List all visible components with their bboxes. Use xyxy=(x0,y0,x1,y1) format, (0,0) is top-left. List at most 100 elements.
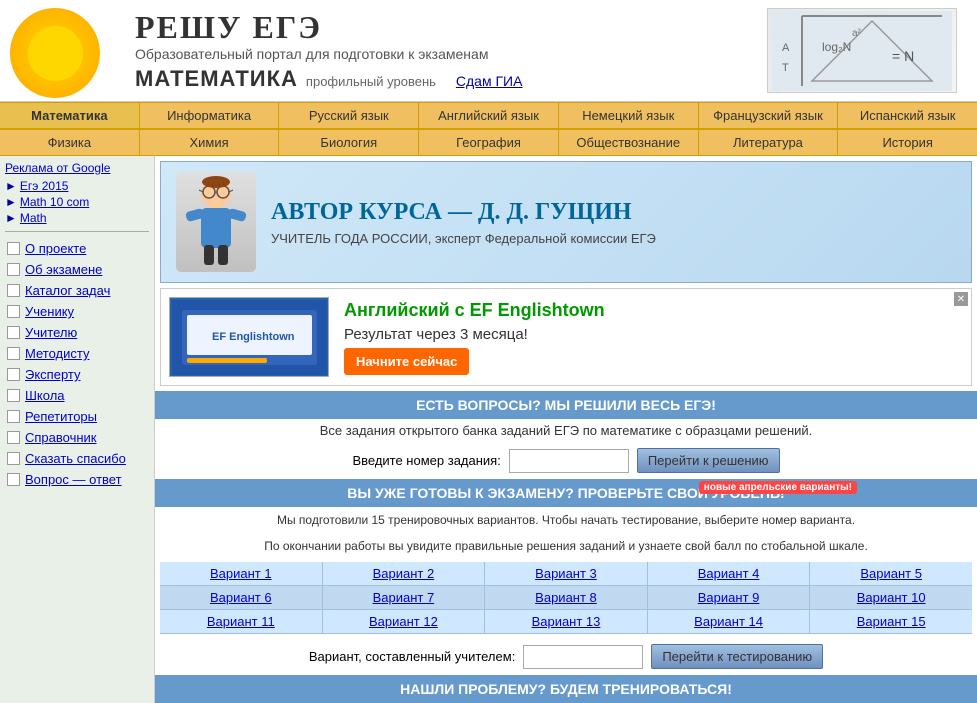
checkbox-spasibo[interactable] xyxy=(7,452,20,465)
sidebar-link-vopros[interactable]: Вопрос — ответ xyxy=(25,472,122,487)
variant-13-link[interactable]: Вариант 13 xyxy=(532,614,601,629)
sidebar-item-ucheniku[interactable]: Ученику xyxy=(5,301,149,322)
ef-close-button[interactable]: ✕ xyxy=(954,292,968,306)
sidebar-link-ob-ekzamene[interactable]: Об экзамене xyxy=(25,262,102,277)
variant-8-link[interactable]: Вариант 8 xyxy=(535,590,597,605)
sidebar-item-spasibo[interactable]: Сказать спасибо xyxy=(5,448,149,469)
checkbox-vopros[interactable] xyxy=(7,473,20,486)
teacher-variant-input[interactable] xyxy=(523,645,643,669)
checkbox-ucheniku[interactable] xyxy=(7,305,20,318)
nav-biologiya[interactable]: Биология xyxy=(279,130,419,155)
ef-start-button[interactable]: Начните сейчас xyxy=(344,348,469,375)
sidebar-item-spravochnik[interactable]: Справочник xyxy=(5,427,149,448)
variant-cell-3: Вариант 3 xyxy=(485,562,648,585)
nav-geografiya[interactable]: География xyxy=(419,130,559,155)
teacher-variant-button[interactable]: Перейти к тестированию xyxy=(651,644,823,669)
variant-11-link[interactable]: Вариант 11 xyxy=(207,614,275,629)
nav-fizika[interactable]: Физика xyxy=(0,130,140,155)
variant-4-link[interactable]: Вариант 4 xyxy=(698,566,760,581)
sidebar-link-repetitory[interactable]: Репетиторы xyxy=(25,409,97,424)
sidebar-item-ob-ekzamene[interactable]: Об экзамене xyxy=(5,259,149,280)
variant-cell-13: Вариант 13 xyxy=(485,610,648,633)
nav-informatika[interactable]: Информатика xyxy=(140,103,280,128)
nav-nemetskiy[interactable]: Немецкий язык xyxy=(559,103,699,128)
sidebar-link-metodistu[interactable]: Методисту xyxy=(25,346,89,361)
checkbox-ob-ekzamene[interactable] xyxy=(7,263,20,276)
author-subtitle: УЧИТЕЛЬ ГОДА РОССИИ, эксперт Федеральной… xyxy=(271,231,956,246)
variant-cell-8: Вариант 8 xyxy=(485,586,648,609)
checkbox-ekspertu[interactable] xyxy=(7,368,20,381)
variant-3-link[interactable]: Вариант 3 xyxy=(535,566,597,581)
checkbox-shkola[interactable] xyxy=(7,389,20,402)
sidebar-link-spasibo[interactable]: Сказать спасибо xyxy=(25,451,126,466)
sidebar-ad-ege2015-link[interactable]: Егэ 2015 xyxy=(20,179,69,193)
sidebar-item-katalog[interactable]: Каталог задач xyxy=(5,280,149,301)
author-avatar-svg xyxy=(181,175,251,270)
nav-angliyskiy[interactable]: Английский язык xyxy=(419,103,559,128)
sidebar-link-ekspertu[interactable]: Эксперту xyxy=(25,367,81,382)
sidebar-link-ucheniku[interactable]: Ученику xyxy=(25,304,74,319)
checkbox-repetitory[interactable] xyxy=(7,410,20,423)
sidebar-item-repetitory[interactable]: Репетиторы xyxy=(5,406,149,427)
content: АВТОР КУРСА — Д. Д. ГУЩИН УЧИТЕЛЬ ГОДА Р… xyxy=(155,156,977,703)
nav-obshchestvoznanie[interactable]: Обществознание xyxy=(559,130,699,155)
sidebar-ad-ege2015[interactable]: ► Егэ 2015 xyxy=(5,179,149,193)
sidebar-item-metodistu[interactable]: Методисту xyxy=(5,343,149,364)
sidebar-item-o-proekte[interactable]: О проекте xyxy=(5,238,149,259)
sidebar-item-uchitelyu[interactable]: Учителю xyxy=(5,322,149,343)
sidebar-link-uchitelyu[interactable]: Учителю xyxy=(25,325,77,340)
variant-cell-1: Вариант 1 xyxy=(160,562,323,585)
ads-label[interactable]: Реклама от Google xyxy=(5,161,149,175)
variant-cell-14: Вариант 14 xyxy=(648,610,811,633)
sidebar-item-vopros[interactable]: Вопрос — ответ xyxy=(5,469,149,490)
nav-russkiy[interactable]: Русский язык xyxy=(279,103,419,128)
checkbox-spravochnik[interactable] xyxy=(7,431,20,444)
ef-image: EF Englishtown xyxy=(169,297,329,377)
nav-frantsuzskiy[interactable]: Французский язык xyxy=(699,103,839,128)
variant-12-link[interactable]: Вариант 12 xyxy=(369,614,438,629)
nav-istoriya[interactable]: История xyxy=(838,130,977,155)
task-number-input[interactable] xyxy=(509,449,629,473)
variant-6-link[interactable]: Вариант 6 xyxy=(210,590,272,605)
nav-ispanskiy[interactable]: Испанский язык xyxy=(838,103,977,128)
task-solve-button[interactable]: Перейти к решению xyxy=(637,448,780,473)
checkbox-uchitelyu[interactable] xyxy=(7,326,20,339)
sidebar-link-shkola[interactable]: Школа xyxy=(25,388,65,403)
checkbox-metodistu[interactable] xyxy=(7,347,20,360)
nav-himiya[interactable]: Химия xyxy=(140,130,280,155)
variant-cell-6: Вариант 6 xyxy=(160,586,323,609)
arrow-icon-math: ► xyxy=(5,211,17,225)
sidebar-ad-math[interactable]: ► Math xyxy=(5,211,149,225)
site-subject: МАТЕМАТИКА xyxy=(135,66,298,92)
variant-7-link[interactable]: Вариант 7 xyxy=(373,590,435,605)
nav-matematika[interactable]: Математика xyxy=(0,103,140,128)
sidebar-link-katalog[interactable]: Каталог задач xyxy=(25,283,110,298)
variant-10-link[interactable]: Вариант 10 xyxy=(857,590,926,605)
sidebar-ad-math-link[interactable]: Math xyxy=(20,211,47,225)
checkbox-katalog[interactable] xyxy=(7,284,20,297)
sidebar-link-o-proekte[interactable]: О проекте xyxy=(25,241,86,256)
checkbox-o-proekte[interactable] xyxy=(7,242,20,255)
sidebar-ad-math10[interactable]: ► Math 10 com xyxy=(5,195,149,209)
section2-subtext1: Мы подготовили 15 тренировочных варианто… xyxy=(155,507,977,533)
sidebar-ad-math10-link[interactable]: Math 10 com xyxy=(20,195,89,209)
sidebar-item-ekspertu[interactable]: Эксперту xyxy=(5,364,149,385)
sidebar-item-shkola[interactable]: Школа xyxy=(5,385,149,406)
variant-9-link[interactable]: Вариант 9 xyxy=(698,590,760,605)
nav-literatura[interactable]: Литература xyxy=(699,130,839,155)
variant-15-link[interactable]: Вариант 15 xyxy=(857,614,926,629)
variant-cell-10: Вариант 10 xyxy=(810,586,972,609)
sdam-gia-link[interactable]: Сдам ГИА xyxy=(456,73,523,89)
svg-text:a²: a² xyxy=(852,28,862,39)
sidebar-divider xyxy=(5,231,149,232)
variant-1-link[interactable]: Вариант 1 xyxy=(210,566,272,581)
author-title: АВТОР КУРСА — Д. Д. ГУЩИН xyxy=(271,199,956,226)
variant-14-link[interactable]: Вариант 14 xyxy=(694,614,763,629)
arrow-icon-math10: ► xyxy=(5,195,17,209)
logo-sun xyxy=(10,8,100,98)
sidebar-link-spravochnik[interactable]: Справочник xyxy=(25,430,97,445)
variant-5-link[interactable]: Вариант 5 xyxy=(860,566,922,581)
arrow-icon-ege2015: ► xyxy=(5,179,17,193)
header-text: РЕШУ ЕГЭ Образовательный портал для подг… xyxy=(135,9,767,92)
variant-2-link[interactable]: Вариант 2 xyxy=(373,566,435,581)
